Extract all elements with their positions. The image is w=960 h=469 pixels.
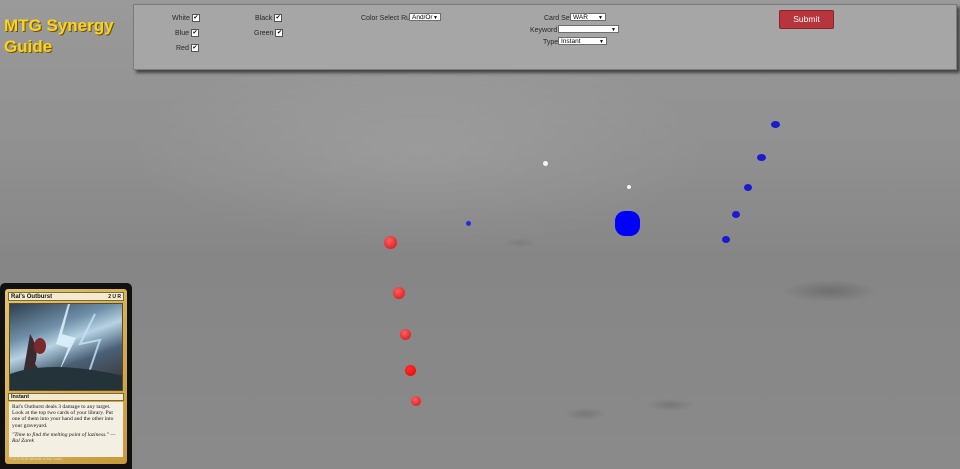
blue-check-icon[interactable]: ✔ — [191, 29, 200, 37]
card-flavor-text: "Time to find the melting point of lazin… — [12, 431, 116, 445]
card-art-image — [9, 303, 123, 391]
keyword-label: Keyword — [530, 27, 558, 34]
color-rule-value: And/Or — [412, 14, 433, 21]
black-checkbox[interactable]: Black ✔ — [255, 14, 283, 22]
blue-node[interactable] — [722, 236, 730, 243]
blue-node[interactable] — [466, 221, 471, 226]
blue-label: Blue — [175, 29, 190, 37]
white-checkbox[interactable]: White ✔ — [172, 14, 200, 22]
card-set-label: Card Set — [544, 15, 572, 22]
card-rules-text: Ral's Outburst deals 3 damage to any tar… — [12, 404, 114, 429]
card-rules-box: Ral's Outburst deals 3 damage to any tar… — [9, 402, 123, 457]
black-check-icon[interactable]: ✔ — [274, 14, 283, 22]
red-node[interactable] — [384, 236, 397, 249]
white-node[interactable] — [543, 161, 548, 166]
card-name-text: Ral's Outburst — [11, 294, 53, 300]
green-label: Green — [254, 29, 274, 37]
red-check-icon[interactable]: ✔ — [190, 44, 199, 52]
type-select[interactable]: Instant ▼ — [558, 37, 607, 45]
green-check-icon[interactable]: ✔ — [275, 29, 284, 37]
app-title: MTG Synergy Guide — [4, 16, 114, 56]
red-checkbox[interactable]: Red ✔ — [176, 44, 199, 52]
dropdown-arrow-icon: ▼ — [599, 39, 604, 45]
red-label: Red — [176, 44, 189, 52]
3d-scene-background[interactable] — [0, 0, 960, 469]
color-rule-select[interactable]: And/Or ▼ — [409, 13, 441, 21]
red-node[interactable] — [400, 329, 411, 340]
card-footer: ™ & © 2019 Wizards of the Coast — [9, 457, 62, 461]
type-value: Instant — [561, 38, 581, 45]
blue-node[interactable] — [744, 184, 752, 191]
white-check-icon[interactable]: ✔ — [191, 14, 200, 22]
white-node[interactable] — [627, 185, 631, 189]
submit-button[interactable]: Submit — [779, 10, 834, 29]
dropdown-arrow-icon: ▼ — [433, 15, 438, 21]
color-rule-label: Color Select Rule — [361, 15, 416, 22]
blue-node[interactable] — [757, 154, 766, 161]
green-checkbox[interactable]: Green ✔ — [254, 29, 284, 37]
blue-node[interactable] — [732, 211, 740, 218]
dropdown-arrow-icon: ▼ — [611, 27, 616, 33]
card-set-select[interactable]: WAR ▼ — [570, 13, 606, 21]
type-label: Type — [543, 39, 559, 46]
filter-panel: White ✔ Blue ✔ Red ✔ Black ✔ Green ✔ Col… — [133, 4, 957, 70]
white-label: White — [172, 14, 190, 22]
black-label: Black — [255, 14, 273, 22]
card-type-line: Instant — [8, 393, 124, 401]
card-preview: Ral's Outburst 2 U R Instant Ral's Outbu… — [0, 283, 132, 469]
red-node[interactable] — [405, 365, 416, 376]
keyword-select[interactable]: ▼ — [558, 25, 619, 33]
card-name: Ral's Outburst 2 U R — [8, 292, 124, 301]
card-art-illustration — [10, 304, 122, 390]
mana-cost: 2 U R — [108, 294, 121, 300]
selected-blue-node[interactable] — [615, 211, 640, 236]
blue-node[interactable] — [771, 121, 780, 128]
red-node[interactable] — [393, 287, 405, 299]
blue-checkbox[interactable]: Blue ✔ — [175, 29, 200, 37]
red-node[interactable] — [411, 396, 421, 406]
card-frame: Ral's Outburst 2 U R Instant Ral's Outbu… — [5, 289, 127, 464]
card-set-value: WAR — [573, 14, 588, 21]
dropdown-arrow-icon: ▼ — [598, 15, 603, 21]
